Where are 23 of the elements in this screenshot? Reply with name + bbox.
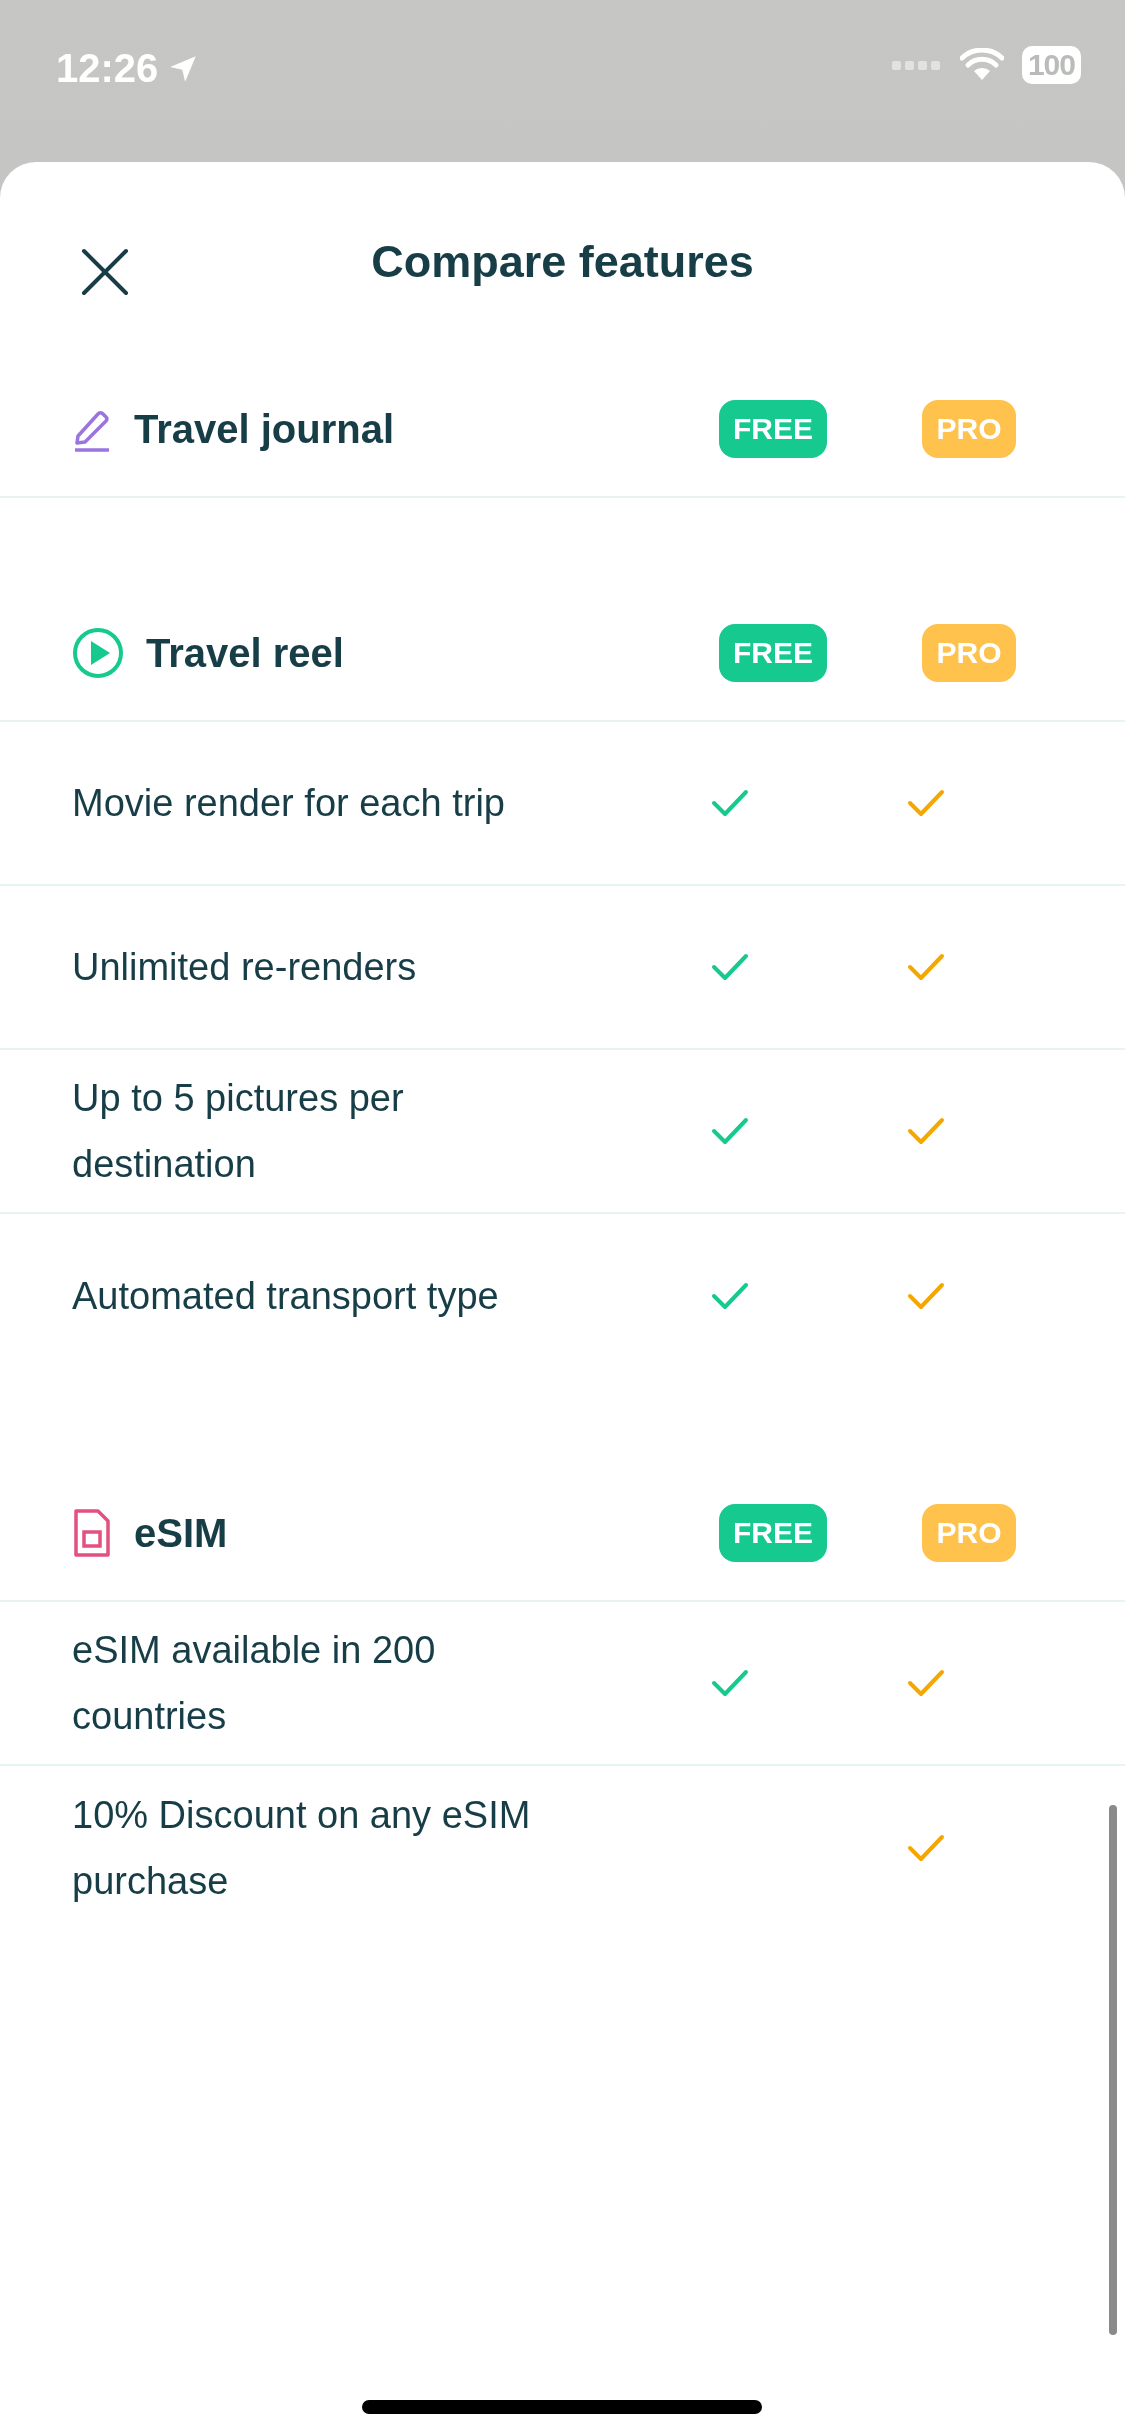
feature-label: Movie render for each trip [72,781,506,826]
pro-badge: PRO [922,624,1016,682]
play-icon [72,627,124,679]
signal-icon [891,59,942,71]
pro-badge: PRO [922,1504,1016,1562]
status-time: 12:26 [56,46,159,91]
section-title: eSIM [134,1510,228,1556]
free-badge: FREE [719,400,827,458]
section-title: Travel reel [146,630,344,676]
close-button[interactable] [80,247,130,297]
section-title: Travel journal [134,406,395,452]
free-badge: FREE [719,624,827,682]
sim-card-icon [72,1508,112,1558]
free-badge: FREE [719,1504,827,1562]
battery-icon: 100 [1021,46,1081,84]
feature-label: Unlimited re-renders [72,945,418,990]
pro-badge: PRO [922,400,1016,458]
wifi-icon [959,48,1004,82]
sheet-title: Compare features [371,236,754,288]
feature-label: Up to 5 pictures per destination [72,1076,405,1187]
feature-label: 10% Discount on any eSIM purchase [72,1793,532,1904]
feature-label: eSIM available in 200 countries [72,1628,437,1739]
feature-label: Automated transport type [72,1274,500,1319]
